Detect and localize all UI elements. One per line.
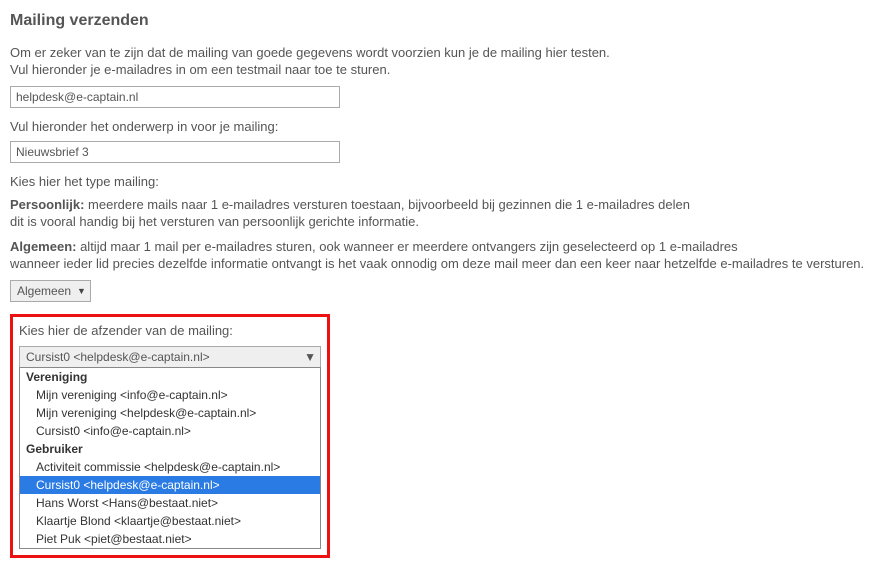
type-algemeen-desc1: altijd maar 1 mail per e-mailadres sture… xyxy=(76,239,737,254)
intro-line-1: Om er zeker van te zijn dat de mailing v… xyxy=(10,45,610,60)
dropdown-option[interactable]: Mijn vereniging <info@e-captain.nl> xyxy=(20,386,320,404)
type-persoonlijk-desc1: meerdere mails naar 1 e-mailadres verstu… xyxy=(84,197,690,212)
dropdown-option-selected[interactable]: Cursist0 <helpdesk@e-captain.nl> xyxy=(20,476,320,494)
sender-select-value: Cursist0 <helpdesk@e-captain.nl> xyxy=(26,350,210,364)
chevron-down-icon: ▼ xyxy=(77,286,86,296)
sender-dropdown-list: Vereniging Mijn vereniging <info@e-capta… xyxy=(19,367,321,549)
intro-line-2: Vul hieronder je e-mailadres in om een t… xyxy=(10,62,390,77)
type-algemeen-bold: Algemeen: xyxy=(10,239,76,254)
type-algemeen-desc2: wanneer ieder lid precies dezelfde infor… xyxy=(10,256,864,271)
type-persoonlijk-desc2: dit is vooral handig bij het versturen v… xyxy=(10,214,419,229)
mailing-type-select[interactable]: Algemeen ▼ xyxy=(10,280,91,302)
sender-label: Kies hier de afzender van de mailing: xyxy=(19,323,321,338)
type-persoonlijk-bold: Persoonlijk: xyxy=(10,197,84,212)
page-title: Mailing verzenden xyxy=(10,12,878,30)
test-email-input[interactable] xyxy=(10,86,340,108)
dropdown-option[interactable]: Mijn vereniging <helpdesk@e-captain.nl> xyxy=(20,404,320,422)
dropdown-group-gebruiker: Gebruiker xyxy=(20,440,320,458)
type-algemeen-description: Algemeen: altijd maar 1 mail per e-maila… xyxy=(10,238,878,272)
mailing-type-label: Kies hier het type mailing: xyxy=(10,173,878,190)
highlight-frame: Kies hier de afzender van de mailing: Cu… xyxy=(10,314,330,558)
dropdown-option[interactable]: Activiteit commissie <helpdesk@e-captain… xyxy=(20,458,320,476)
chevron-down-icon: ▼ xyxy=(304,350,316,364)
subject-label: Vul hieronder het onderwerp in voor je m… xyxy=(10,118,878,135)
mailing-type-value: Algemeen xyxy=(17,284,71,298)
sender-select[interactable]: Cursist0 <helpdesk@e-captain.nl> ▼ xyxy=(19,346,321,368)
dropdown-group-vereniging: Vereniging xyxy=(20,368,320,386)
dropdown-option[interactable]: Cursist0 <info@e-captain.nl> xyxy=(20,422,320,440)
intro-text: Om er zeker van te zijn dat de mailing v… xyxy=(10,44,878,78)
subject-input[interactable] xyxy=(10,141,340,163)
dropdown-option[interactable]: Hans Worst <Hans@bestaat.niet> xyxy=(20,494,320,512)
type-persoonlijk-description: Persoonlijk: meerdere mails naar 1 e-mai… xyxy=(10,196,878,230)
dropdown-option[interactable]: Piet Puk <piet@bestaat.niet> xyxy=(20,530,320,548)
